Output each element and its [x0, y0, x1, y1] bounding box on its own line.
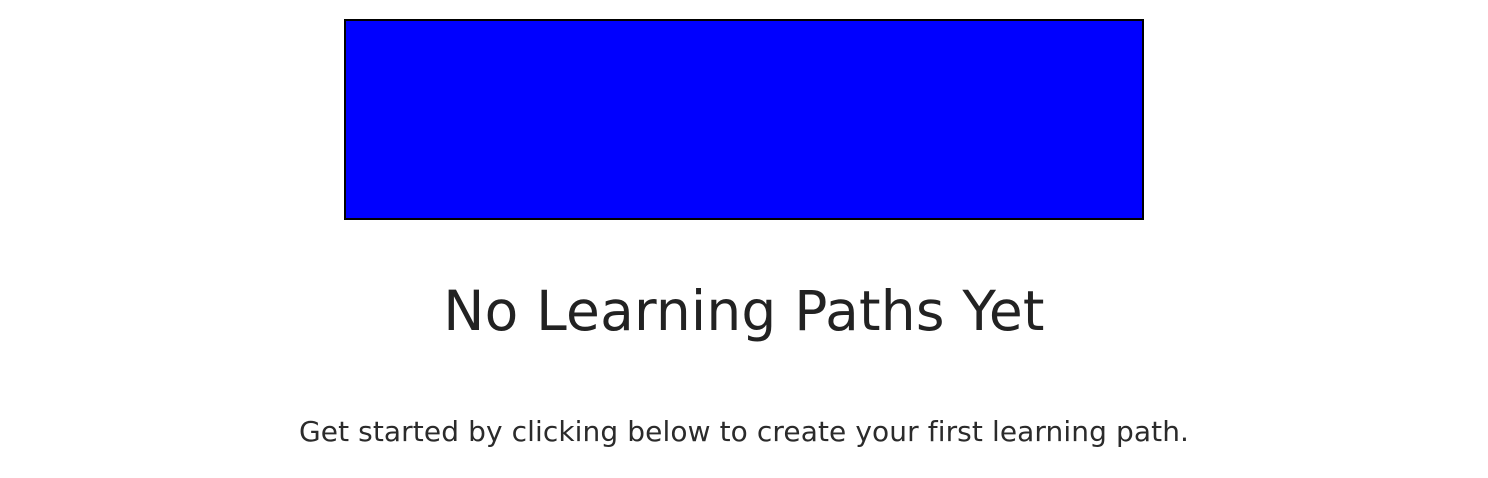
empty-state-title: No Learning Paths Yet — [443, 279, 1045, 343]
empty-state-illustration — [344, 19, 1144, 220]
empty-state-description: Get started by clicking below to create … — [298, 415, 1190, 448]
empty-state: No Learning Paths Yet Get started by cli… — [0, 0, 1488, 478]
